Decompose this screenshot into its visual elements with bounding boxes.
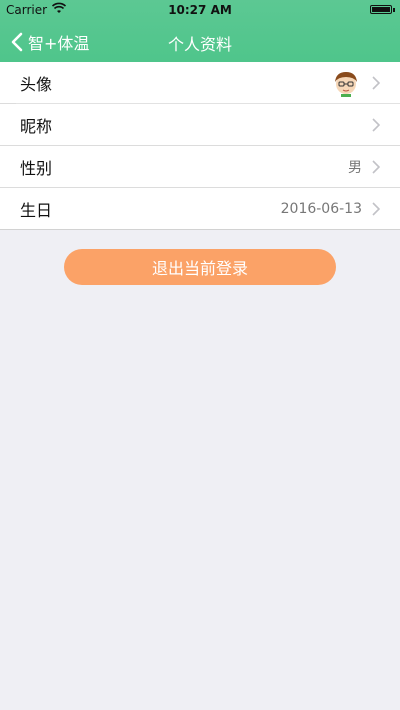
chevron-right-icon [372, 201, 380, 216]
chevron-right-icon [372, 159, 380, 174]
chevron-right-icon [372, 117, 380, 132]
row-value: 男 [348, 159, 362, 176]
row-value: 2016-06-13 [280, 200, 362, 217]
status-time: 10:27 AM [168, 3, 232, 17]
gender-row[interactable]: 性别 男 [0, 146, 400, 188]
profile-list: 头像 昵称 性别 男 生日 2016-06-13 [0, 62, 400, 230]
status-bar: Carrier 10:27 AM [0, 0, 400, 20]
row-title: 性别 [20, 158, 53, 178]
navigation-header: Carrier 10:27 AM 智+体温 个人资料 [0, 0, 400, 62]
row-title: 头像 [20, 74, 53, 94]
birthday-row[interactable]: 生日 2016-06-13 [0, 188, 400, 230]
logout-button[interactable]: 退出当前登录 [64, 249, 336, 285]
row-title: 昵称 [20, 116, 53, 136]
chevron-right-icon [372, 75, 380, 90]
page-title: 个人资料 [167, 35, 232, 54]
avatar-row[interactable]: 头像 [0, 62, 400, 104]
battery-icon [370, 5, 395, 14]
row-title: 生日 [20, 200, 53, 220]
nickname-row[interactable]: 昵称 [0, 104, 400, 146]
avatar [335, 71, 357, 97]
